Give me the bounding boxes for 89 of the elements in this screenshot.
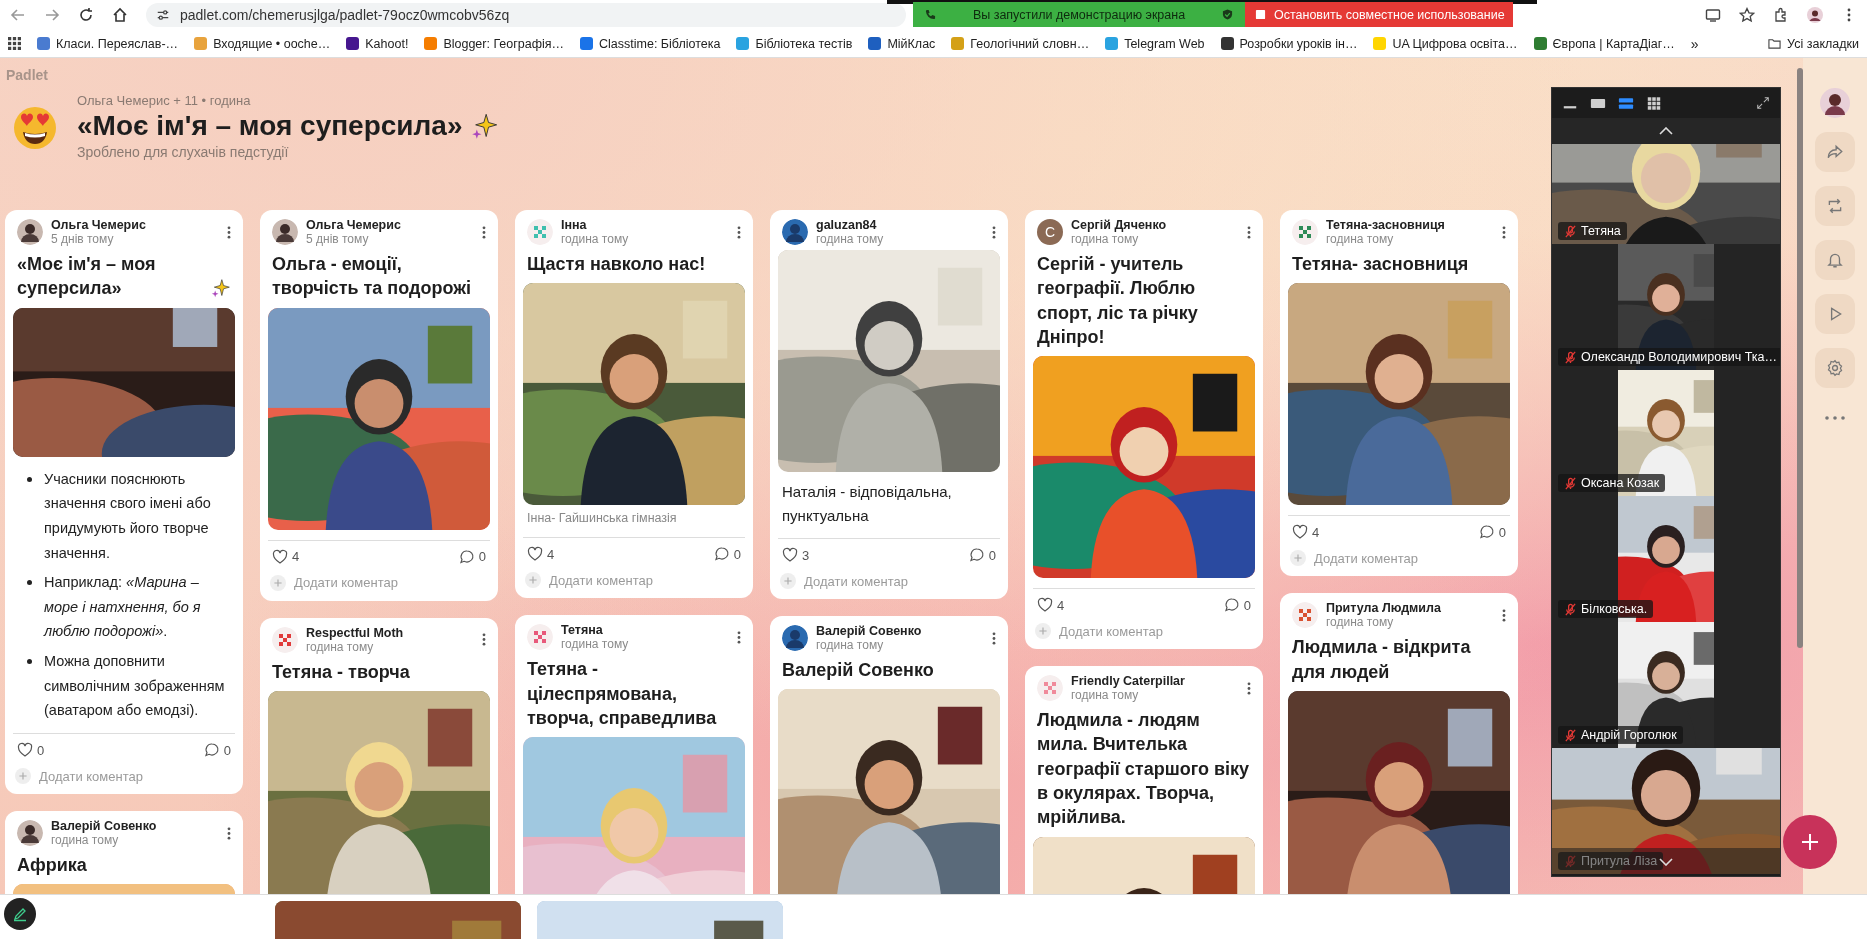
post-time: година тому [1071,688,1140,703]
post-card[interactable]: Тетяна година тому Тетяна - цілеспрямована, творча, справедлива [515,615,753,894]
author-name: galuzan84 [816,218,878,232]
like-count: 4 [1057,597,1065,613]
bullet-text: Наприклад: «Марина – море і натхнення, бо я люблю подорожі». [44,573,202,642]
post-title: Ольга - емоції, творчість та подорожі [272,253,472,301]
post-title: Тетяна - творча [272,660,410,684]
post-card[interactable]: Тетяна-засновниця година тому Тетяна- засновниця 4 0 Додати коментар [1280,210,1518,577]
post-title: Людмила - людям мила. Вчителька географії старшого віку в окулярах. Творча, мрійлива. [1037,709,1250,830]
more-bookmarks-button[interactable]: » [1690,35,1699,52]
like-count: 4 [292,549,300,565]
post-title: Валерій Совенко [782,659,934,682]
post-time: година тому [816,638,885,652]
post-title: Людмила - відкрита для людей [1292,636,1472,684]
bookmark-link[interactable]: Європа | КартаДіаг… [1552,36,1675,51]
post-card[interactable]: galuzan84 година тому Наталія - відповідальна, пунктуальна 3 0 Додати коментар [770,210,1008,599]
sharing-message: Вы запустили демонстрацию экрана [972,7,1186,22]
post-time: година тому [1326,615,1395,630]
board-description: Зроблено для слухачів педстудії [77,144,290,160]
image-caption: Інна- Гайшинська гімназія [526,510,678,528]
author-name: Friendly Caterpillar [1071,674,1186,689]
like-count: 4 [547,546,555,562]
bookmark-link[interactable]: Blogger: Географія… [443,36,565,51]
post-time: година тому [561,232,630,246]
post-time: 5 днів тому [306,232,370,246]
post-title: Африка [17,854,87,877]
post-time: година тому [306,639,375,654]
participant-name: Олександр Володимирович Тка… [1581,350,1778,364]
post-title: Сергій - учитель географії. Люблю спорт, ліс та річку Дніпро! [1037,253,1199,349]
author-name: Тетяна [561,623,604,638]
comment-count: 0 [223,742,231,758]
post-card[interactable]: Валерій Совенко година тому Африка [5,811,243,894]
post-title: Щастя навколо нас! [527,253,706,276]
post-title: Тетяна- засновниця [1292,253,1469,276]
like-count: 4 [1312,524,1320,540]
author-name: Ольга Чемерис [306,218,402,232]
bookmark-link[interactable]: Telegram Web [1124,36,1205,51]
bullet-text: Можна доповнити символічним зображенням (аватаром або емодзі). [44,652,226,721]
comment-count: 0 [478,549,486,565]
post-time: година тому [816,232,885,246]
post-time: година тому [561,637,630,652]
bookmark-link[interactable]: Classtime: Бібліотека [599,36,721,51]
board-title: «Моє ім'я – моя суперсила» [77,110,463,142]
author-name: Ольга Чемерис [51,218,147,232]
bookmark-link[interactable]: Бібліотека тестів [755,36,853,51]
bookmark-link[interactable]: Класи. Переяслав-… [56,36,179,51]
author-name: Інна [561,218,588,232]
bookmark-link[interactable]: Розробки уроків ін… [1239,36,1358,51]
post-time: година тому [1071,232,1140,246]
stop-sharing-button[interactable]: Остановить совместное использование [1245,2,1513,27]
bookmark-folder[interactable]: Усі закладки [1787,36,1859,51]
bookmark-link[interactable]: Геологічний словн… [970,36,1090,51]
like-count: 0 [37,742,45,758]
url-text: padlet.com/chemerusjlga/padlet-79ocz0wmcobv56zq [180,7,510,23]
board-byline: Ольга Чемерис + 11 • година [77,93,252,108]
bookmark-link[interactable]: Kahoot! [365,36,409,51]
post-title: Тетяна - цілеспрямована, творча, справедлива [527,658,718,730]
post-card[interactable]: Валерій Совенко година тому Валерій Совенко [770,616,1008,894]
post-time: година тому [1326,232,1395,246]
bookmark-link[interactable]: МійКлас [887,36,936,51]
author-name: Respectful Moth [306,625,405,640]
post-card[interactable]: Ольга Чемерис 5 днів тому Ольга - емоції, творчість та подорожі 4 0 Додати коментар [260,210,498,601]
participant-name: Притула Ліза [1581,854,1658,868]
post-card[interactable]: Інна година тому Щастя навколо нас! Інна- Гайшинська гімназія 4 0 Додати коментар [515,210,753,599]
bookmark-link[interactable]: Входящие • ooche… [213,36,331,51]
post-time: година тому [51,833,120,847]
author-name: Сергій Дяченко [1071,218,1168,232]
author-name: Тетяна-засновниця [1326,218,1446,232]
comment-count: 0 [1243,597,1251,613]
bullet-text: Учасники пояснюють значення свого імені або придумують його творче значення. [44,469,212,563]
participant-name: Білковська. [1581,602,1648,616]
post-title: «Моє ім'я – моя суперсила» [17,253,157,301]
post-text: Наталія - відповідальна, пунктуальна [781,482,953,526]
author-name: Валерій Совенко [51,819,158,833]
author-name: Притула Людмила [1326,601,1442,616]
participant-name: Оксана Козак [1581,476,1660,490]
address-bar[interactable]: padlet.com/chemerusjlga/padlet-79ocz0wmcobv56zq [146,3,906,27]
author-avatar: С [1037,219,1063,245]
comment-count: 0 [988,547,996,563]
post-card[interactable]: Respectful Moth година тому Тетяна - творча [260,617,498,894]
post-card[interactable]: Притула Людмила година тому Людмила - відкрита для людей [1280,593,1518,894]
comment-count: 0 [733,546,741,562]
post-card[interactable]: С Сергій Дяченко година тому Сергій - учитель географії. Люблю спорт, ліс та річку Дніпро! 4 0 Додати коментар [1025,210,1263,650]
like-count: 3 [802,547,810,563]
author-name: Валерій Совенко [816,624,923,638]
post-card[interactable]: Friendly Caterpillar година тому Людмила - людям мила. Вчителька географії старшого віку в окулярах. Творча, мрійлива. [1025,666,1263,894]
post-time: 5 днів тому [51,232,115,246]
bookmark-link[interactable]: UA Цифрова освіта… [1392,36,1518,51]
comment-count: 0 [1498,524,1506,540]
